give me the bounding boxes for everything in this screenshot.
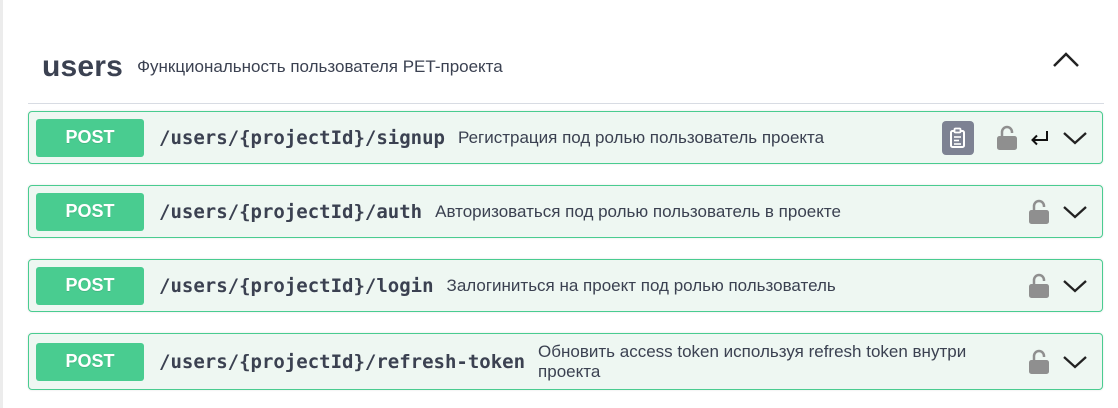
operation-controls [942,120,1088,155]
lock-open-icon[interactable] [1028,349,1050,375]
tag-description: Функциональность пользователя PET-проект… [137,56,503,76]
lock-open-icon[interactable] [1028,273,1050,299]
tag-name: users [42,49,124,83]
opblock-auth[interactable]: POST /users/{projectId}/auth Авторизоват… [28,185,1103,238]
lock-open-icon[interactable] [1028,199,1050,225]
method-badge: POST [36,266,144,305]
opblock-login[interactable]: POST /users/{projectId}/login Залогинить… [28,259,1103,312]
chevron-down-icon[interactable] [1062,352,1088,372]
operation-summary: Регистрация под ролью пользователь проек… [457,127,825,147]
operation-path: /users/{projectId}/login [159,274,434,297]
operation-path: /users/{projectId}/auth [159,200,423,223]
opblock-refresh-token[interactable]: POST /users/{projectId}/refresh-token Об… [28,333,1103,390]
operation-controls [1028,349,1088,375]
chevron-up-icon[interactable] [1050,50,1082,70]
method-badge: POST [36,192,144,231]
enter-return-icon[interactable] [1028,128,1050,148]
chevron-down-icon[interactable] [1062,128,1088,148]
method-badge: POST [36,118,144,157]
opblock-signup[interactable]: POST /users/{projectId}/signup Регистрац… [28,111,1103,164]
operation-controls [1028,199,1088,225]
chevron-down-icon[interactable] [1062,276,1088,296]
operation-summary: Авторизоваться под ролью пользователь в … [435,201,841,221]
operation-summary: Обновить access token используя refresh … [538,341,967,381]
operation-path: /users/{projectId}/refresh-token [159,350,526,373]
chevron-down-icon[interactable] [1062,202,1088,222]
clipboard-copy-icon[interactable] [942,120,974,155]
operation-summary: Залогиниться на проект под ролью пользов… [446,275,836,295]
tag-header-users[interactable]: users Функциональность пользователя PET-… [28,30,1104,104]
lock-open-icon[interactable] [996,125,1018,151]
left-border [0,0,3,408]
operation-path: /users/{projectId}/signup [159,126,445,149]
method-badge: POST [36,342,144,381]
operation-controls [1028,273,1088,299]
